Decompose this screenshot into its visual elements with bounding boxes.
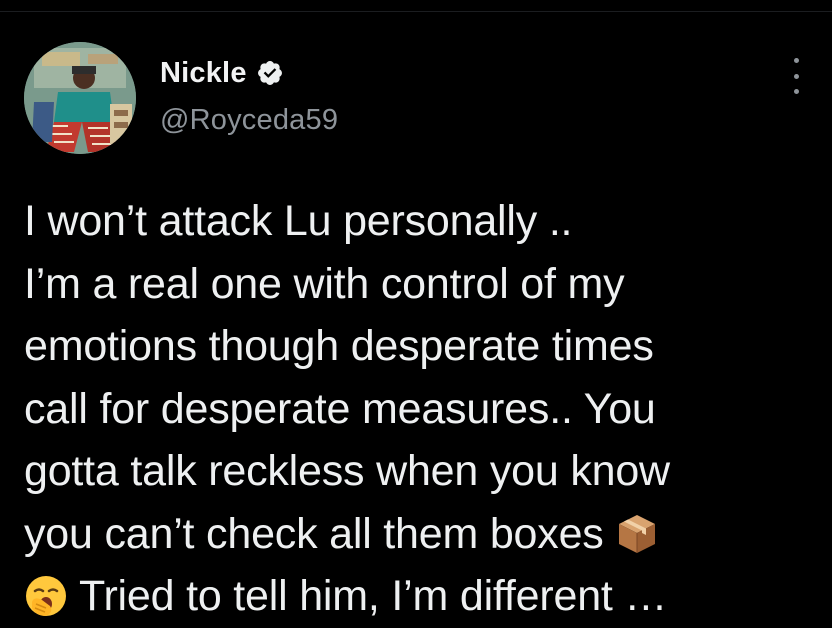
verified-badge-icon bbox=[256, 59, 284, 87]
tweet-line: I won’t attack Lu personally .. bbox=[24, 197, 573, 245]
author-display-name[interactable]: Nickle bbox=[160, 57, 247, 90]
tweet-line-with-emoji: you can’t check all them boxes bbox=[24, 503, 824, 566]
more-dot bbox=[793, 58, 799, 63]
tweet-text: I won’t attack Lu personally .. I’m a re… bbox=[24, 190, 824, 628]
tweet-card[interactable]: Nickle @Royceda59 I won’t attack Lu pers… bbox=[0, 12, 832, 628]
tweet-line: emotions though desperate times bbox=[24, 322, 654, 370]
author-avatar[interactable] bbox=[24, 42, 136, 154]
more-dot bbox=[793, 73, 799, 79]
author-name-row[interactable]: Nickle bbox=[160, 56, 284, 90]
tweet-line-text: Tried to tell him, I’m different … bbox=[68, 572, 668, 620]
more-options-icon[interactable] bbox=[790, 58, 802, 94]
profile-photo-icon bbox=[24, 42, 136, 154]
tweet-line: I’m a real one with control of my bbox=[24, 259, 625, 308]
top-divider bbox=[0, 0, 832, 12]
more-dot bbox=[793, 89, 799, 94]
tweet-line: call for desperate measures.. You bbox=[24, 384, 656, 433]
tweet-line-with-emoji: Tried to tell him, I’m different … bbox=[24, 565, 824, 628]
tweet-line: gotta talk reckless when you know bbox=[24, 447, 670, 495]
tweet-line-text: you can’t check all them boxes bbox=[24, 509, 616, 558]
yawning-face-emoji-icon bbox=[24, 574, 68, 618]
author-handle[interactable]: @Royceda59 bbox=[160, 104, 338, 137]
package-emoji-icon bbox=[615, 512, 659, 556]
